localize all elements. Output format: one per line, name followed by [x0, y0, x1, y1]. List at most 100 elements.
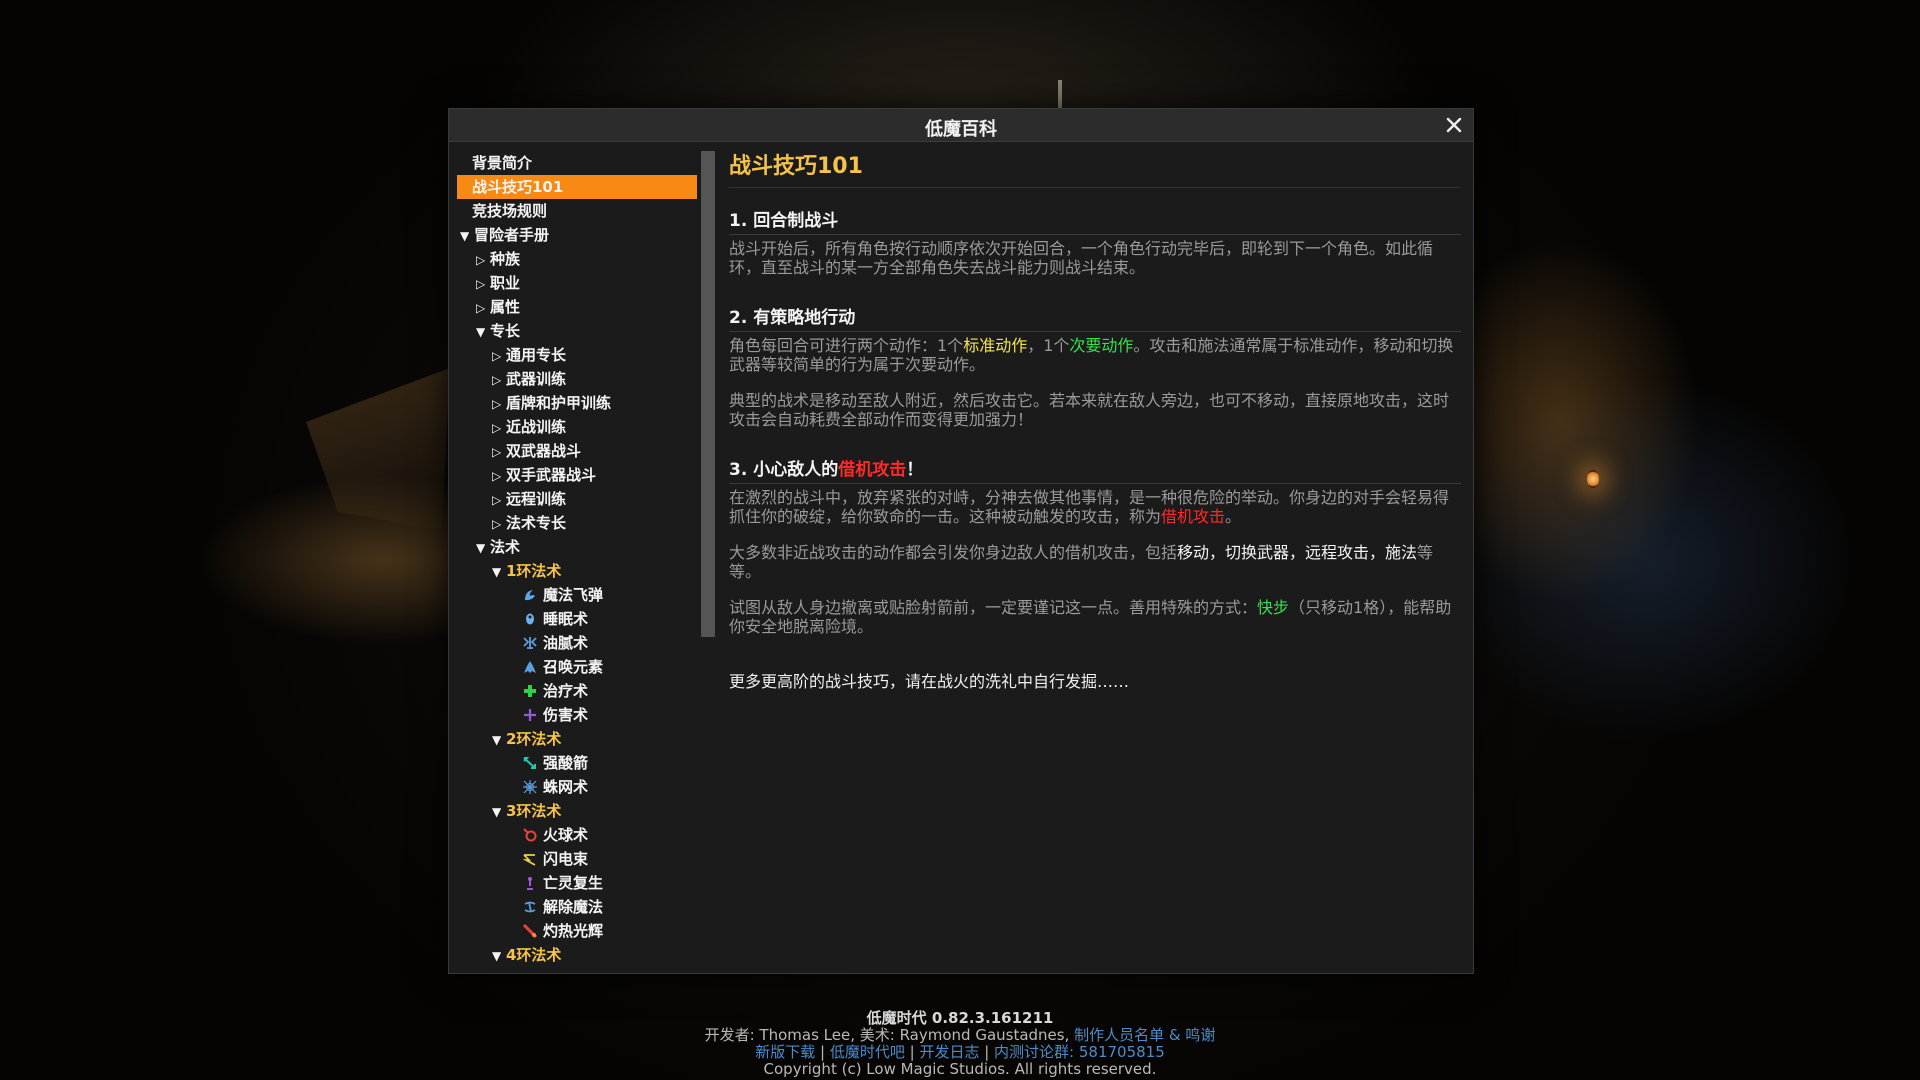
- tree-item-spell-feats[interactable]: ▷ 法术专长: [457, 511, 697, 535]
- collapsed-arrow-icon[interactable]: ▷: [492, 464, 506, 488]
- collapsed-arrow-icon[interactable]: ▷: [492, 440, 506, 464]
- tree-item-dispel-magic[interactable]: 解除魔法: [457, 895, 697, 919]
- expanded-arrow-icon[interactable]: ▼: [492, 560, 506, 584]
- tree-item-searing-light[interactable]: 灼热光辉: [457, 919, 697, 943]
- tree-item-level1-spells[interactable]: ▼ 1环法术: [457, 559, 697, 583]
- tree-item-label: 远程训练: [506, 490, 567, 508]
- tree-item-harm[interactable]: 伤害术: [457, 703, 697, 727]
- credits-link[interactable]: 制作人员名单 & 鸣谢: [1074, 1026, 1215, 1044]
- tree-item-level4-spells[interactable]: ▼ 4环法术: [457, 943, 697, 967]
- article-title: 战斗技巧101: [729, 154, 863, 179]
- collapsed-arrow-icon[interactable]: ▷: [492, 368, 506, 392]
- footer: 低魔时代 0.82.3.161211 开发者: Thomas Lee, 美术: …: [0, 1010, 1920, 1078]
- harm-icon: [524, 709, 536, 721]
- tree-item-two-handed-fighting[interactable]: ▷ 双手武器战斗: [457, 463, 697, 487]
- close-button[interactable]: [1443, 114, 1465, 136]
- credits-line: 开发者: Thomas Lee, 美术: Raymond Gaustadnes,…: [0, 1027, 1920, 1044]
- tree-item-label: 亡灵复生: [543, 874, 604, 892]
- summon-elemental-icon: [524, 661, 536, 673]
- tree-item-label: 法术: [490, 538, 521, 556]
- acid-arrow-icon: [523, 757, 536, 769]
- credits-text: 开发者: Thomas Lee, 美术: Raymond Gaustadnes,: [704, 1026, 1075, 1044]
- tree-item-arena-rules[interactable]: 竞技场规则: [457, 199, 697, 223]
- paragraph-opportunity-1: 在激烈的战斗中，放弃紧张的对峙，分神去做其他事情，是一种很危险的举动。你身边的对…: [729, 488, 1461, 526]
- tree-item-classes[interactable]: ▷ 职业: [457, 271, 697, 295]
- collapsed-arrow-icon[interactable]: ▷: [492, 488, 506, 512]
- background-torch: [1587, 470, 1599, 488]
- tree-item-magic-missile[interactable]: 魔法飞弹: [457, 583, 697, 607]
- tree-item-label: 灼热光辉: [543, 922, 604, 940]
- collapsed-arrow-icon[interactable]: ▷: [492, 416, 506, 440]
- tree-item-label: 通用专长: [506, 346, 567, 364]
- tree-item-lightning-bolt[interactable]: 闪电束: [457, 847, 697, 871]
- tree-item-general-feats[interactable]: ▷ 通用专长: [457, 343, 697, 367]
- article-panel: 战斗技巧101 1. 回合制战斗 战斗开始后，所有角色按行动顺序依次开始回合，一…: [729, 151, 1461, 961]
- paragraph-turn-based: 战斗开始后，所有角色按行动顺序依次开始回合，一个角色行动完毕后，即轮到下一个角色…: [729, 239, 1434, 277]
- tree-item-label: 武器训练: [506, 370, 567, 388]
- separator: |: [904, 1043, 920, 1061]
- tree-item-ranged-training[interactable]: ▷ 远程训练: [457, 487, 697, 511]
- collapsed-arrow-icon[interactable]: ▷: [476, 296, 490, 320]
- section-heading-strategy: 2. 有策略地行动: [729, 308, 856, 328]
- window-title: 低魔百科: [925, 119, 997, 140]
- tree-item-background[interactable]: 背景简介: [457, 151, 697, 175]
- opportunity-attack-term: 借机攻击: [838, 460, 907, 480]
- tree-item-label: 种族: [490, 250, 521, 268]
- expanded-arrow-icon[interactable]: ▼: [476, 536, 490, 560]
- tree-item-summon-elemental[interactable]: 召唤元素: [457, 655, 697, 679]
- tree-item-spells[interactable]: ▼ 法术: [457, 535, 697, 559]
- tree-item-label: 蛛网术: [543, 778, 589, 796]
- tree-item-label: 火球术: [543, 826, 589, 844]
- tree-item-label: 睡眠术: [543, 610, 589, 628]
- background-rope: [1058, 80, 1062, 110]
- collapsed-arrow-icon[interactable]: ▷: [492, 512, 506, 536]
- separator: |: [815, 1043, 830, 1061]
- tree-item-label: 战斗技巧101: [472, 178, 564, 196]
- quick-step-term: 快步: [1257, 598, 1290, 617]
- tree-item-level2-spells[interactable]: ▼ 2环法术: [457, 727, 697, 751]
- tree-item-weapon-training[interactable]: ▷ 武器训练: [457, 367, 697, 391]
- close-icon: [1446, 117, 1462, 133]
- section-heading-turn-based: 1. 回合制战斗: [729, 211, 839, 231]
- tree-item-adventurer-handbook[interactable]: ▼ 冒险者手册: [457, 223, 697, 247]
- expanded-arrow-icon[interactable]: ▼: [460, 224, 474, 248]
- tree-item-sleep[interactable]: 睡眠术: [457, 607, 697, 631]
- tree-item-web[interactable]: 蛛网术: [457, 775, 697, 799]
- tree-item-label: 竞技场规则: [472, 202, 548, 220]
- expanded-arrow-icon[interactable]: ▼: [476, 320, 490, 344]
- collapsed-arrow-icon[interactable]: ▷: [492, 392, 506, 416]
- text-span: 。: [1225, 507, 1242, 526]
- tieba-link[interactable]: 低魔时代吧: [830, 1043, 905, 1061]
- tree-item-two-weapon-fighting[interactable]: ▷ 双武器战斗: [457, 439, 697, 463]
- tree-item-raise-dead[interactable]: 亡灵复生: [457, 871, 697, 895]
- tree-item-combat-tips[interactable]: 战斗技巧101: [457, 175, 697, 199]
- tree-item-grease[interactable]: 油腻术: [457, 631, 697, 655]
- beta-group-link[interactable]: 内测讨论群: 581705815: [994, 1043, 1165, 1061]
- expanded-arrow-icon[interactable]: ▼: [492, 800, 506, 824]
- expanded-arrow-icon[interactable]: ▼: [492, 944, 506, 968]
- tree-scrollbar[interactable]: [701, 151, 715, 637]
- tree-item-label: 强酸箭: [543, 754, 589, 772]
- tree-item-acid-arrow[interactable]: 强酸箭: [457, 751, 697, 775]
- web-icon: [523, 780, 537, 794]
- tree-item-label: 闪电束: [543, 850, 589, 868]
- tree-item-shield-armor-training[interactable]: ▷ 盾牌和护甲训练: [457, 391, 697, 415]
- tree-item-attributes[interactable]: ▷ 属性: [457, 295, 697, 319]
- tree-item-label: 冒险者手册: [474, 226, 550, 244]
- raise-dead-icon: [527, 877, 533, 890]
- tree-item-heal[interactable]: 治疗术: [457, 679, 697, 703]
- text-span: ！: [906, 460, 924, 480]
- collapsed-arrow-icon[interactable]: ▷: [476, 248, 490, 272]
- collapsed-arrow-icon[interactable]: ▷: [492, 344, 506, 368]
- expanded-arrow-icon[interactable]: ▼: [492, 728, 506, 752]
- devlog-link[interactable]: 开发日志: [919, 1043, 979, 1061]
- download-link[interactable]: 新版下载: [755, 1043, 815, 1061]
- tree-item-level3-spells[interactable]: ▼ 3环法术: [457, 799, 697, 823]
- tree-item-melee-training[interactable]: ▷ 近战训练: [457, 415, 697, 439]
- tree-item-feats[interactable]: ▼ 专长: [457, 319, 697, 343]
- separator: |: [979, 1043, 995, 1061]
- tree-item-label: 魔法飞弹: [543, 586, 604, 604]
- tree-item-fireball[interactable]: 火球术: [457, 823, 697, 847]
- tree-item-races[interactable]: ▷ 种族: [457, 247, 697, 271]
- collapsed-arrow-icon[interactable]: ▷: [476, 272, 490, 296]
